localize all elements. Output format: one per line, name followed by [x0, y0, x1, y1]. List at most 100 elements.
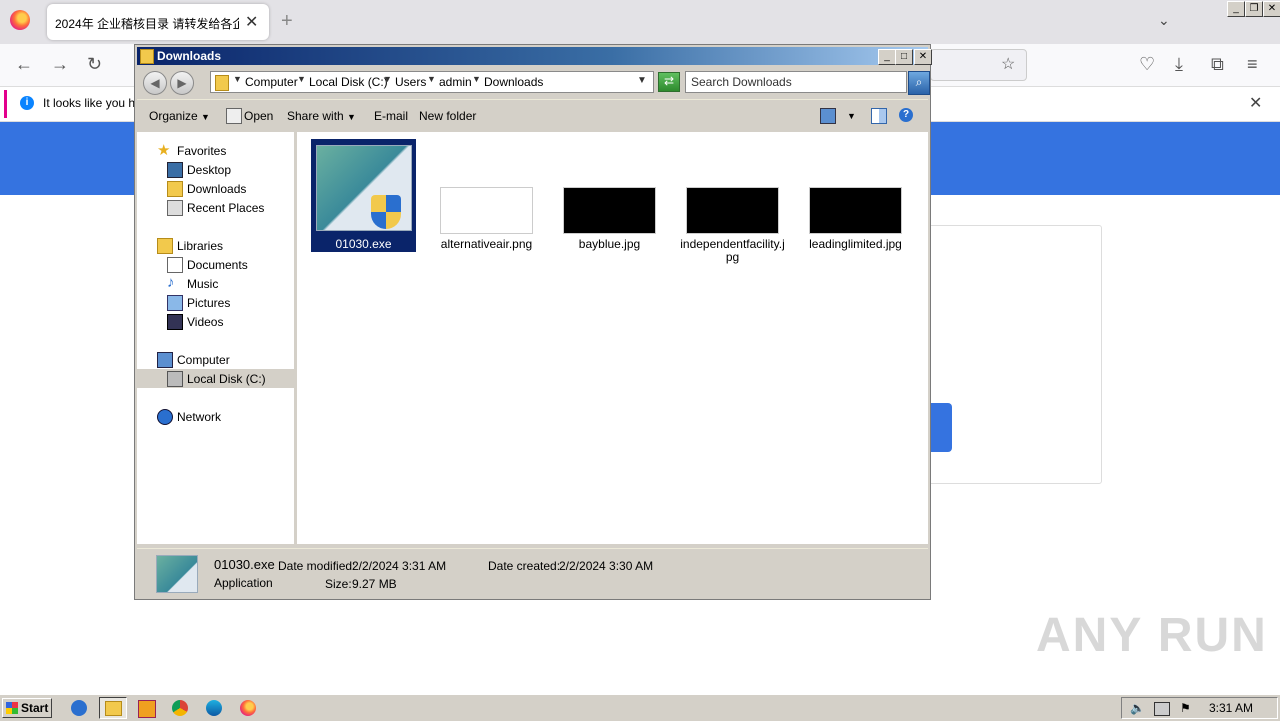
date-modified-value: 2/2/2024 3:31 AM — [352, 559, 447, 573]
taskbar-explorer-button[interactable] — [99, 697, 127, 719]
help-icon[interactable]: ? — [899, 108, 913, 122]
menu-icon[interactable]: ≡ — [1247, 54, 1258, 75]
nav-downloads[interactable]: Downloads — [137, 179, 294, 198]
dropdown-arrow-icon: ▼ — [201, 112, 210, 122]
folder-icon — [215, 75, 229, 91]
info-icon: i — [20, 96, 34, 110]
nav-label: Computer — [177, 353, 230, 367]
breadcrumb-admin[interactable]: admin — [439, 75, 472, 89]
email-button[interactable]: E-mail — [374, 109, 408, 123]
new-tab-button[interactable]: + — [281, 10, 293, 33]
search-icon[interactable]: ⌕ — [908, 71, 930, 95]
extensions-icon[interactable]: ⧉ — [1211, 54, 1224, 75]
reload-icon[interactable]: ↻ — [87, 54, 102, 75]
command-bar: Organize ▼ Open Share with ▼ E-mail New … — [137, 99, 928, 132]
png-thumbnail — [440, 187, 533, 234]
nav-favorites[interactable]: ★ Favorites — [137, 141, 294, 160]
minimize-window-button[interactable]: _ — [1227, 1, 1245, 17]
file-item[interactable]: leadinglimited.jpg — [803, 139, 908, 252]
nav-label: Pictures — [187, 296, 231, 310]
explorer-maximize-button[interactable]: □ — [895, 49, 913, 65]
organize-button[interactable]: Organize ▼ — [149, 109, 210, 123]
nav-recent-places[interactable]: Recent Places — [137, 198, 294, 217]
pocket-icon[interactable]: ♡ — [1139, 54, 1155, 75]
desktop-icon — [167, 162, 183, 178]
clock[interactable]: 3:31 AM — [1209, 701, 1253, 715]
details-file-type: Application — [214, 576, 273, 590]
nav-music[interactable]: ♪ Music — [137, 274, 294, 293]
forward-button[interactable]: ▶ — [170, 71, 194, 95]
chevron-icon[interactable]: ▼ — [427, 74, 436, 84]
new-folder-button[interactable]: New folder — [419, 109, 476, 123]
internet-explorer-icon[interactable] — [71, 700, 87, 716]
file-item[interactable]: bayblue.jpg — [557, 139, 662, 252]
firefox-logo-icon — [10, 10, 30, 30]
forward-arrow-icon[interactable]: → — [51, 54, 69, 75]
refresh-icon[interactable]: ⇄ — [658, 72, 680, 92]
view-icon[interactable] — [820, 108, 836, 124]
nav-label: Downloads — [187, 182, 247, 196]
notification-accent — [4, 90, 7, 118]
address-dropdown-icon[interactable]: ▼ — [637, 75, 647, 86]
downloads-folder-icon — [167, 181, 183, 197]
network-icon[interactable] — [1154, 702, 1170, 716]
back-arrow-icon[interactable]: ← — [15, 54, 33, 75]
explorer-title-bar[interactable]: Downloads _ □ ✕ — [137, 47, 932, 65]
window-title: Downloads — [157, 49, 222, 63]
recent-places-icon — [167, 200, 183, 216]
breadcrumb-local-disk[interactable]: Local Disk (C:) — [309, 75, 388, 89]
exe-file-icon — [156, 555, 198, 593]
search-input[interactable]: Search Downloads — [685, 71, 907, 93]
chevron-icon[interactable]: ▼ — [297, 74, 306, 84]
date-modified-label: Date modified: — [278, 559, 356, 573]
nav-documents[interactable]: Documents — [137, 255, 294, 274]
date-created-label: Date created: — [488, 559, 561, 573]
back-button[interactable]: ◀ — [143, 71, 167, 95]
close-window-button[interactable]: ✕ — [1263, 1, 1280, 17]
anyrun-watermark: ANY RUN — [1036, 609, 1268, 662]
edge-icon[interactable] — [206, 700, 222, 716]
breadcrumb-computer[interactable]: Computer — [245, 75, 298, 89]
documents-icon — [167, 257, 183, 273]
file-item[interactable]: 01030.exe — [311, 139, 416, 252]
file-item[interactable]: independentfacility.jpg — [680, 139, 785, 265]
nav-desktop[interactable]: Desktop — [137, 160, 294, 179]
view-dropdown-icon[interactable]: ▼ — [847, 111, 856, 121]
file-item[interactable]: alternativeair.png — [434, 139, 539, 252]
volume-icon[interactable]: 🔈 — [1130, 701, 1145, 715]
chevron-icon[interactable]: ▼ — [233, 74, 242, 84]
action-center-flag-icon[interactable]: ⚑ — [1180, 701, 1191, 715]
breadcrumb-downloads[interactable]: Downloads — [484, 75, 543, 89]
local-disk-icon — [167, 371, 183, 387]
open-button[interactable]: Open — [244, 109, 273, 123]
uac-shield-icon — [371, 195, 401, 229]
explorer-close-button[interactable]: ✕ — [914, 49, 932, 65]
organize-label: Organize — [149, 109, 198, 123]
nav-computer[interactable]: Computer — [137, 350, 294, 369]
address-bar[interactable]: ▼ Computer ▼ Local Disk (C:) ▼ Users ▼ a… — [210, 71, 654, 93]
preview-pane-icon[interactable] — [871, 108, 887, 124]
nav-videos[interactable]: Videos — [137, 312, 294, 331]
notification-close-icon[interactable]: ✕ — [1249, 93, 1262, 113]
explorer-minimize-button[interactable]: _ — [878, 49, 896, 65]
tab-close-icon[interactable]: ✕ — [245, 12, 258, 32]
share-with-button[interactable]: Share with ▼ — [287, 109, 356, 123]
nav-local-disk[interactable]: Local Disk (C:) — [137, 369, 294, 388]
chevron-icon[interactable]: ▼ — [383, 74, 392, 84]
url-bar[interactable]: ☆ — [930, 49, 1027, 81]
media-player-icon[interactable] — [138, 700, 156, 718]
browser-tab[interactable]: 2024年 企业稽核目录 请转发给各企业财务 ✕ — [47, 4, 269, 40]
chevron-icon[interactable]: ▼ — [472, 74, 481, 84]
nav-pictures[interactable]: Pictures — [137, 293, 294, 312]
chrome-icon[interactable] — [172, 700, 188, 716]
nav-libraries[interactable]: Libraries — [137, 236, 294, 255]
bookmark-star-icon[interactable]: ☆ — [1001, 54, 1015, 74]
restore-window-button[interactable]: ❐ — [1245, 1, 1263, 17]
list-tabs-chevron-icon[interactable]: ⌄ — [1158, 12, 1170, 29]
start-button[interactable]: Start — [2, 698, 52, 718]
breadcrumb-users[interactable]: Users — [395, 75, 426, 89]
downloads-icon[interactable]: ⤓ — [1175, 54, 1183, 75]
firefox-icon[interactable] — [240, 700, 256, 716]
details-file-name: 01030.exe — [214, 557, 275, 572]
nav-network[interactable]: Network — [137, 407, 294, 426]
